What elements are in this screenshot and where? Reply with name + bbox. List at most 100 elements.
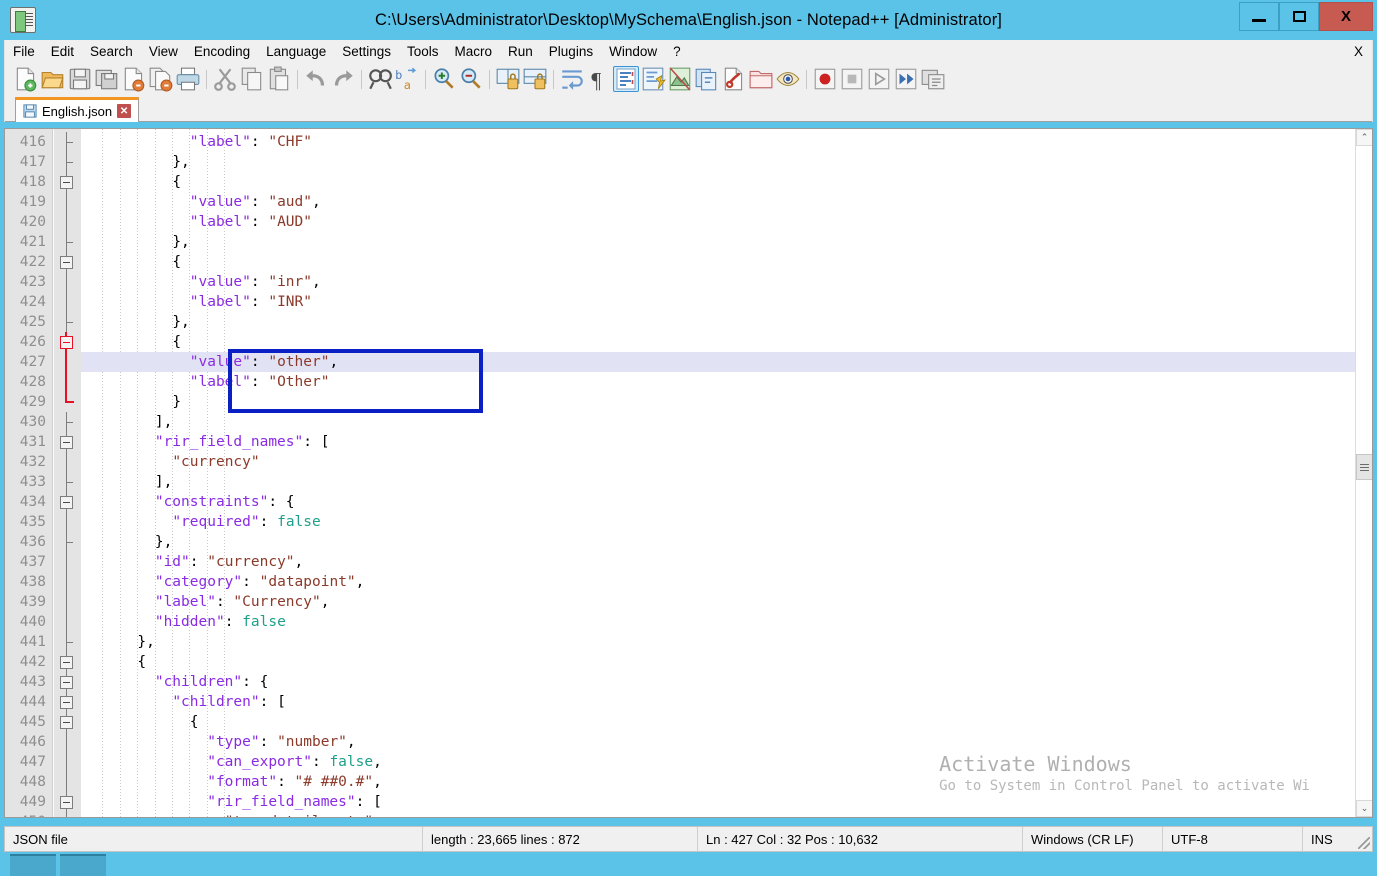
fold-marker-row[interactable] (53, 272, 81, 292)
fold-marker-row[interactable] (53, 652, 81, 672)
code-line[interactable]: "format": "# ##0.#", (81, 772, 1372, 792)
menu-item-window[interactable]: Window (601, 42, 665, 61)
save-all-icon[interactable] (94, 66, 120, 92)
document-switcher-icon[interactable] (721, 66, 747, 92)
fold-marker-row[interactable] (53, 392, 81, 412)
menu-item-view[interactable]: View (141, 42, 186, 61)
fold-marker-row[interactable] (53, 432, 81, 452)
code-line[interactable]: "children": { (81, 672, 1372, 692)
close-button[interactable]: X (1319, 2, 1373, 31)
paste-icon[interactable] (266, 66, 292, 92)
fold-marker-row[interactable] (53, 812, 81, 818)
code-line[interactable]: "label": "Currency", (81, 592, 1372, 612)
code-line[interactable]: "can_export": false, (81, 752, 1372, 772)
fold-marker-row[interactable] (53, 592, 81, 612)
minimize-button[interactable] (1239, 2, 1279, 31)
tab-english-json[interactable]: English.json ✕ (15, 97, 139, 122)
code-line[interactable]: "children": [ (81, 692, 1372, 712)
print-icon[interactable] (175, 66, 201, 92)
code-line[interactable]: "value": "aud", (81, 192, 1372, 212)
menu-item-run[interactable]: Run (500, 42, 541, 61)
run-macro-multiple-icon[interactable] (893, 66, 919, 92)
code-line[interactable]: } (81, 392, 1372, 412)
user-defined-dialog-icon[interactable] (640, 66, 666, 92)
monitoring-icon[interactable] (775, 66, 801, 92)
new-file-icon[interactable] (13, 66, 39, 92)
code-line[interactable]: }, (81, 632, 1372, 652)
code-line[interactable]: }, (81, 532, 1372, 552)
fold-marker-row[interactable] (53, 412, 81, 432)
function-list-icon[interactable] (694, 66, 720, 92)
fold-marker-row[interactable] (53, 792, 81, 812)
stop-macro-icon[interactable] (839, 66, 865, 92)
fold-marker-row[interactable] (53, 612, 81, 632)
fold-marker-row[interactable] (53, 632, 81, 652)
code-line[interactable]: "tax detail rate" (81, 812, 1372, 817)
document-map-icon[interactable] (667, 66, 693, 92)
code-line[interactable]: "required": false (81, 512, 1372, 532)
scrollbar-thumb[interactable] (1356, 454, 1373, 480)
code-line[interactable]: { (81, 652, 1372, 672)
code-line[interactable]: "category": "datapoint", (81, 572, 1372, 592)
menu-item-edit[interactable]: Edit (43, 42, 82, 61)
fold-marker-row[interactable] (53, 772, 81, 792)
fold-marker-row[interactable] (53, 372, 81, 392)
fold-marker-row[interactable] (53, 312, 81, 332)
editor-area[interactable]: 4164174184194204214224234244254264274284… (4, 128, 1373, 818)
fold-marker-row[interactable] (53, 672, 81, 692)
menu-item-encoding[interactable]: Encoding (186, 42, 258, 61)
fold-marker-row[interactable] (53, 352, 81, 372)
fold-marker-row[interactable] (53, 532, 81, 552)
zoom-out-icon[interactable] (458, 66, 484, 92)
taskbar-button-1[interactable] (10, 854, 56, 876)
code-line[interactable]: "label": "Other" (81, 372, 1372, 392)
code-line[interactable]: { (81, 712, 1372, 732)
code-folding-margin[interactable] (53, 129, 81, 817)
code-line[interactable]: "value": "other", (81, 352, 1372, 372)
redo-icon[interactable] (330, 66, 356, 92)
sync-vertical-scroll-icon[interactable] (495, 66, 521, 92)
fold-marker-row[interactable] (53, 212, 81, 232)
menu-item-language[interactable]: Language (258, 42, 334, 61)
menu-item-file[interactable]: File (5, 42, 43, 61)
fold-marker-row[interactable] (53, 252, 81, 272)
code-line[interactable]: "rir_field_names": [ (81, 432, 1372, 452)
indent-guideline-icon[interactable]: ¶ (586, 66, 612, 92)
fold-marker-row[interactable] (53, 332, 81, 352)
code-line[interactable]: { (81, 252, 1372, 272)
menu-item-help[interactable]: ? (665, 42, 689, 61)
code-line[interactable]: "value": "inr", (81, 272, 1372, 292)
code-line[interactable]: "label": "CHF" (81, 132, 1372, 152)
fold-collapse-icon[interactable] (60, 796, 73, 809)
fold-collapse-icon[interactable] (60, 716, 73, 729)
fold-marker-row[interactable] (53, 512, 81, 532)
show-all-characters-icon[interactable] (613, 66, 639, 92)
scroll-up-arrow-icon[interactable]: ⌃ (1356, 129, 1373, 146)
code-line[interactable]: { (81, 172, 1372, 192)
fold-marker-row[interactable] (53, 172, 81, 192)
fold-collapse-icon[interactable] (60, 436, 73, 449)
fold-collapse-icon[interactable] (60, 656, 73, 669)
cut-icon[interactable] (212, 66, 238, 92)
fold-marker-row[interactable] (53, 492, 81, 512)
code-line[interactable]: "constraints": { (81, 492, 1372, 512)
menu-item-settings[interactable]: Settings (334, 42, 399, 61)
menu-item-search[interactable]: Search (82, 42, 141, 61)
menu-item-macro[interactable]: Macro (447, 42, 501, 61)
folder-workspace-icon[interactable] (748, 66, 774, 92)
code-line[interactable]: }, (81, 312, 1372, 332)
fold-marker-row[interactable] (53, 692, 81, 712)
resize-grip-icon[interactable] (1358, 837, 1370, 849)
close-all-files-icon[interactable] (148, 66, 174, 92)
replace-icon[interactable]: b a (394, 66, 420, 92)
code-line[interactable]: }, (81, 152, 1372, 172)
menu-item-plugins[interactable]: Plugins (541, 42, 601, 61)
restore-button[interactable] (1279, 2, 1319, 31)
code-line[interactable]: "hidden": false (81, 612, 1372, 632)
code-line[interactable]: }, (81, 232, 1372, 252)
code-line[interactable]: ], (81, 412, 1372, 432)
code-text-area[interactable]: "label": "CHF" }, { "value": "aud", "lab… (81, 129, 1372, 817)
fold-marker-row[interactable] (53, 192, 81, 212)
zoom-in-icon[interactable] (431, 66, 457, 92)
fold-marker-row[interactable] (53, 572, 81, 592)
